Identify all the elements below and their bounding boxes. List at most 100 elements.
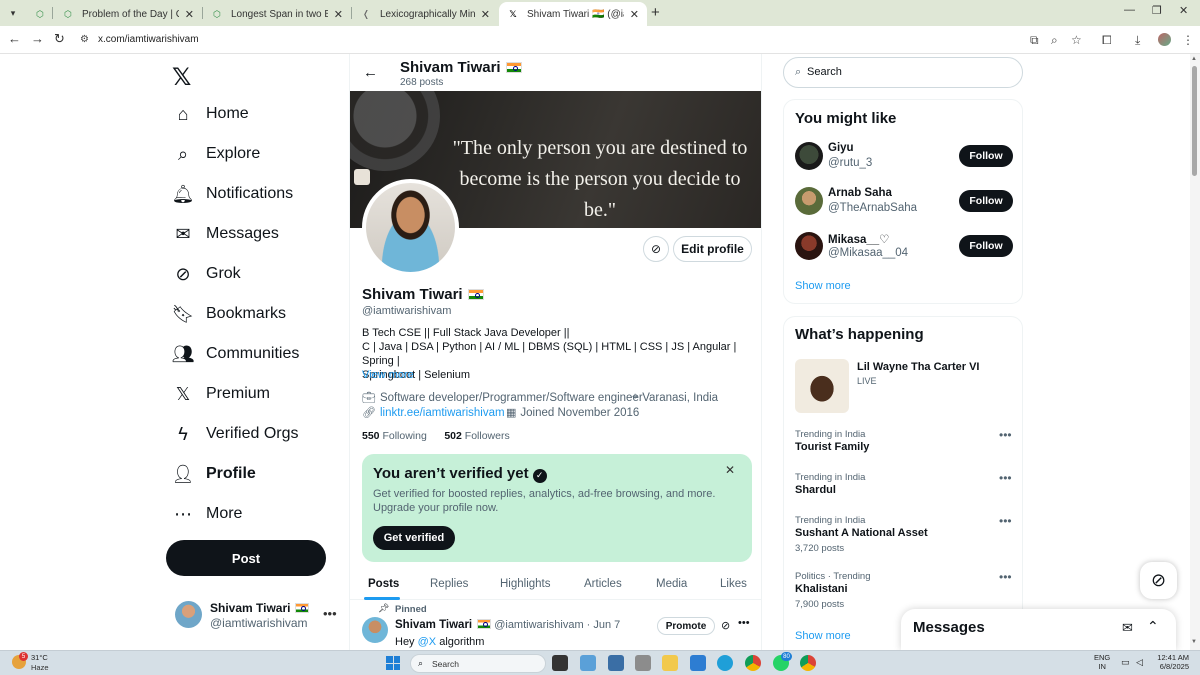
- post-button[interactable]: Post: [166, 540, 326, 576]
- bookmark-star-icon[interactable]: ☆: [1071, 33, 1082, 47]
- url-field[interactable]: x.com/iamtiwarishivam: [98, 34, 199, 45]
- back-arrow-icon[interactable]: ←: [363, 64, 378, 81]
- browser-menu-icon[interactable]: ⋮: [1182, 33, 1194, 47]
- forward-arrow-icon[interactable]: →: [31, 31, 44, 46]
- chrome-app-icon[interactable]: [745, 655, 761, 671]
- follow-button[interactable]: Follow: [959, 190, 1013, 212]
- tab-lexicographically-minimum[interactable]: ❬ Lexicographically Minimum Stri ✕: [352, 2, 498, 26]
- messages-drawer[interactable]: Messages ✉ ⌃: [901, 609, 1176, 650]
- sidebar-item-bookmarks[interactable]: 🔖︎ Bookmarks: [172, 299, 286, 329]
- expand-up-icon[interactable]: ⌃: [1147, 618, 1159, 635]
- trend-item[interactable]: Trending in India Sushant A National Ass…: [795, 514, 1013, 555]
- sidebar-item-notifications[interactable]: 🔔︎ Notifications: [172, 179, 294, 209]
- trend-item[interactable]: Politics · Trending Khalistani 7,900 pos…: [795, 570, 1013, 611]
- get-verified-button[interactable]: Get verified: [373, 526, 455, 550]
- new-tab-icon[interactable]: +: [651, 4, 660, 21]
- close-window-icon[interactable]: ✕: [1179, 4, 1188, 17]
- post-date[interactable]: · Jun 7: [587, 619, 621, 631]
- tab-media[interactable]: Media: [656, 567, 687, 600]
- sidebar-item-explore[interactable]: ⌕ Explore: [172, 139, 260, 169]
- suggestion-item[interactable]: Mikasa__♡ @Mikasaa__04 Follow: [795, 232, 1013, 266]
- back-arrow-icon[interactable]: ←: [8, 31, 21, 46]
- grok-icon[interactable]: ⊘: [643, 236, 669, 262]
- avatar[interactable]: [362, 617, 388, 643]
- zoom-icon[interactable]: ⌕: [1051, 33, 1058, 48]
- more-horizontal-icon[interactable]: •••: [999, 471, 1012, 485]
- edge-app-icon[interactable]: [717, 655, 733, 671]
- grok-float-button[interactable]: ⊘: [1140, 562, 1177, 599]
- trend-item[interactable]: Trending in India Shardul •••: [795, 471, 1013, 512]
- browser-profile-avatar[interactable]: [1158, 33, 1171, 46]
- sidebar-item-grok[interactable]: ⊘ Grok: [172, 259, 240, 289]
- profile-link[interactable]: 🔗︎ linktr.ee/iamtiwarishivam: [362, 406, 505, 420]
- network-icon[interactable]: ▭: [1121, 657, 1130, 668]
- profile-link-text[interactable]: linktr.ee/iamtiwarishivam: [380, 407, 505, 419]
- follow-button[interactable]: Follow: [959, 145, 1013, 167]
- chrome-app-icon[interactable]: [800, 655, 816, 671]
- restore-icon[interactable]: ❐: [1152, 4, 1162, 17]
- post-author-name[interactable]: Shivam Tiwari: [395, 619, 472, 631]
- sidebar-item-messages[interactable]: ✉ Messages: [172, 219, 278, 249]
- new-message-icon[interactable]: ✉: [1122, 620, 1133, 636]
- sidebar-item-premium[interactable]: 𝕏 Premium: [172, 379, 270, 409]
- tab-x-profile[interactable]: 𝕏 Shivam Tiwari 🇮🇳 (@iamtiwari ✕: [499, 2, 647, 26]
- follow-button[interactable]: Follow: [959, 235, 1013, 257]
- mention-link[interactable]: @X: [418, 636, 437, 648]
- task-view-icon[interactable]: [608, 655, 624, 671]
- trend-item[interactable]: Trending in India Tourist Family •••: [795, 428, 1013, 469]
- calculator-app-icon[interactable]: [635, 655, 651, 671]
- close-icon[interactable]: ✕: [725, 463, 735, 477]
- tab-articles[interactable]: Articles: [584, 567, 622, 600]
- tab-replies[interactable]: Replies: [430, 567, 468, 600]
- system-clock[interactable]: 12:41 AM 6/8/2025: [1153, 653, 1189, 671]
- suggestion-item[interactable]: Arnab Saha @TheArnabSaha Follow: [795, 187, 1013, 221]
- sidebar-item-more[interactable]: ⋯ More: [172, 499, 242, 529]
- tab-posts[interactable]: Posts: [368, 567, 399, 600]
- tab-longest-span[interactable]: ⬡ Longest Span in two Binary Arr ✕: [203, 2, 351, 26]
- install-app-icon[interactable]: ⧉: [1030, 33, 1039, 48]
- close-tab-icon[interactable]: ✕: [185, 8, 194, 21]
- more-horizontal-icon[interactable]: •••: [323, 606, 337, 621]
- taskbar-search-input[interactable]: ⌕ Search: [410, 654, 546, 673]
- sidebar-item-verified-orgs[interactable]: ϟ Verified Orgs: [172, 419, 298, 449]
- post-author-handle[interactable]: @iamtiwarishivam: [494, 619, 583, 631]
- language-indicator[interactable]: ENG IN: [1094, 653, 1110, 671]
- vscode-app-icon[interactable]: [690, 655, 706, 671]
- minimize-icon[interactable]: —: [1124, 4, 1135, 16]
- reload-icon[interactable]: ↻: [54, 31, 65, 47]
- widgets-app-icon[interactable]: [580, 655, 596, 671]
- suggestion-item[interactable]: Giyu @rutu_3 Follow: [795, 142, 1013, 176]
- tab-highlights[interactable]: Highlights: [500, 567, 551, 600]
- weather-temp[interactable]: 31°C: [31, 653, 48, 662]
- more-horizontal-icon[interactable]: •••: [738, 617, 750, 629]
- followers-link[interactable]: 502 Followers: [444, 430, 509, 442]
- close-tab-icon[interactable]: ✕: [630, 8, 639, 21]
- download-icon[interactable]: ⤓: [1135, 33, 1140, 48]
- event-title[interactable]: Lil Wayne Tha Carter VI: [857, 361, 979, 373]
- more-horizontal-icon[interactable]: •••: [999, 570, 1012, 584]
- scroll-down-icon[interactable]: ▼: [1191, 639, 1197, 645]
- close-tab-icon[interactable]: ✕: [481, 8, 490, 21]
- tab-problem-of-the-day[interactable]: ⬡ Problem of the Day | GeeksforG ✕: [54, 2, 202, 26]
- windows-start-icon[interactable]: [386, 656, 400, 670]
- profile-avatar[interactable]: [362, 179, 459, 276]
- extensions-icon[interactable]: ⧠: [1102, 33, 1112, 48]
- sidebar-item-communities[interactable]: 👥︎ Communities: [172, 339, 300, 369]
- sidebar-item-home[interactable]: ⌂ Home: [172, 99, 249, 129]
- search-input[interactable]: ⌕ Search: [783, 57, 1023, 88]
- sidebar-item-profile[interactable]: 👤︎ Profile: [172, 459, 256, 489]
- tab-likes[interactable]: Likes: [720, 567, 747, 600]
- volume-icon[interactable]: ◁: [1136, 657, 1143, 668]
- close-tab-icon[interactable]: ✕: [334, 8, 343, 21]
- more-horizontal-icon[interactable]: •••: [999, 514, 1012, 528]
- event-thumbnail[interactable]: [795, 359, 849, 413]
- show-more-link[interactable]: Show more: [795, 280, 851, 292]
- page-scrollbar[interactable]: ▲ ▼: [1190, 54, 1200, 650]
- following-link[interactable]: 550 Following: [362, 430, 427, 442]
- view-more-link[interactable]: View more: [362, 369, 414, 381]
- scrollbar-thumb[interactable]: [1192, 66, 1197, 176]
- scroll-up-icon[interactable]: ▲: [1191, 56, 1197, 62]
- weather-condition[interactable]: Haze: [31, 663, 49, 672]
- promote-button[interactable]: Promote: [657, 617, 715, 635]
- terminal-app-icon[interactable]: [552, 655, 568, 671]
